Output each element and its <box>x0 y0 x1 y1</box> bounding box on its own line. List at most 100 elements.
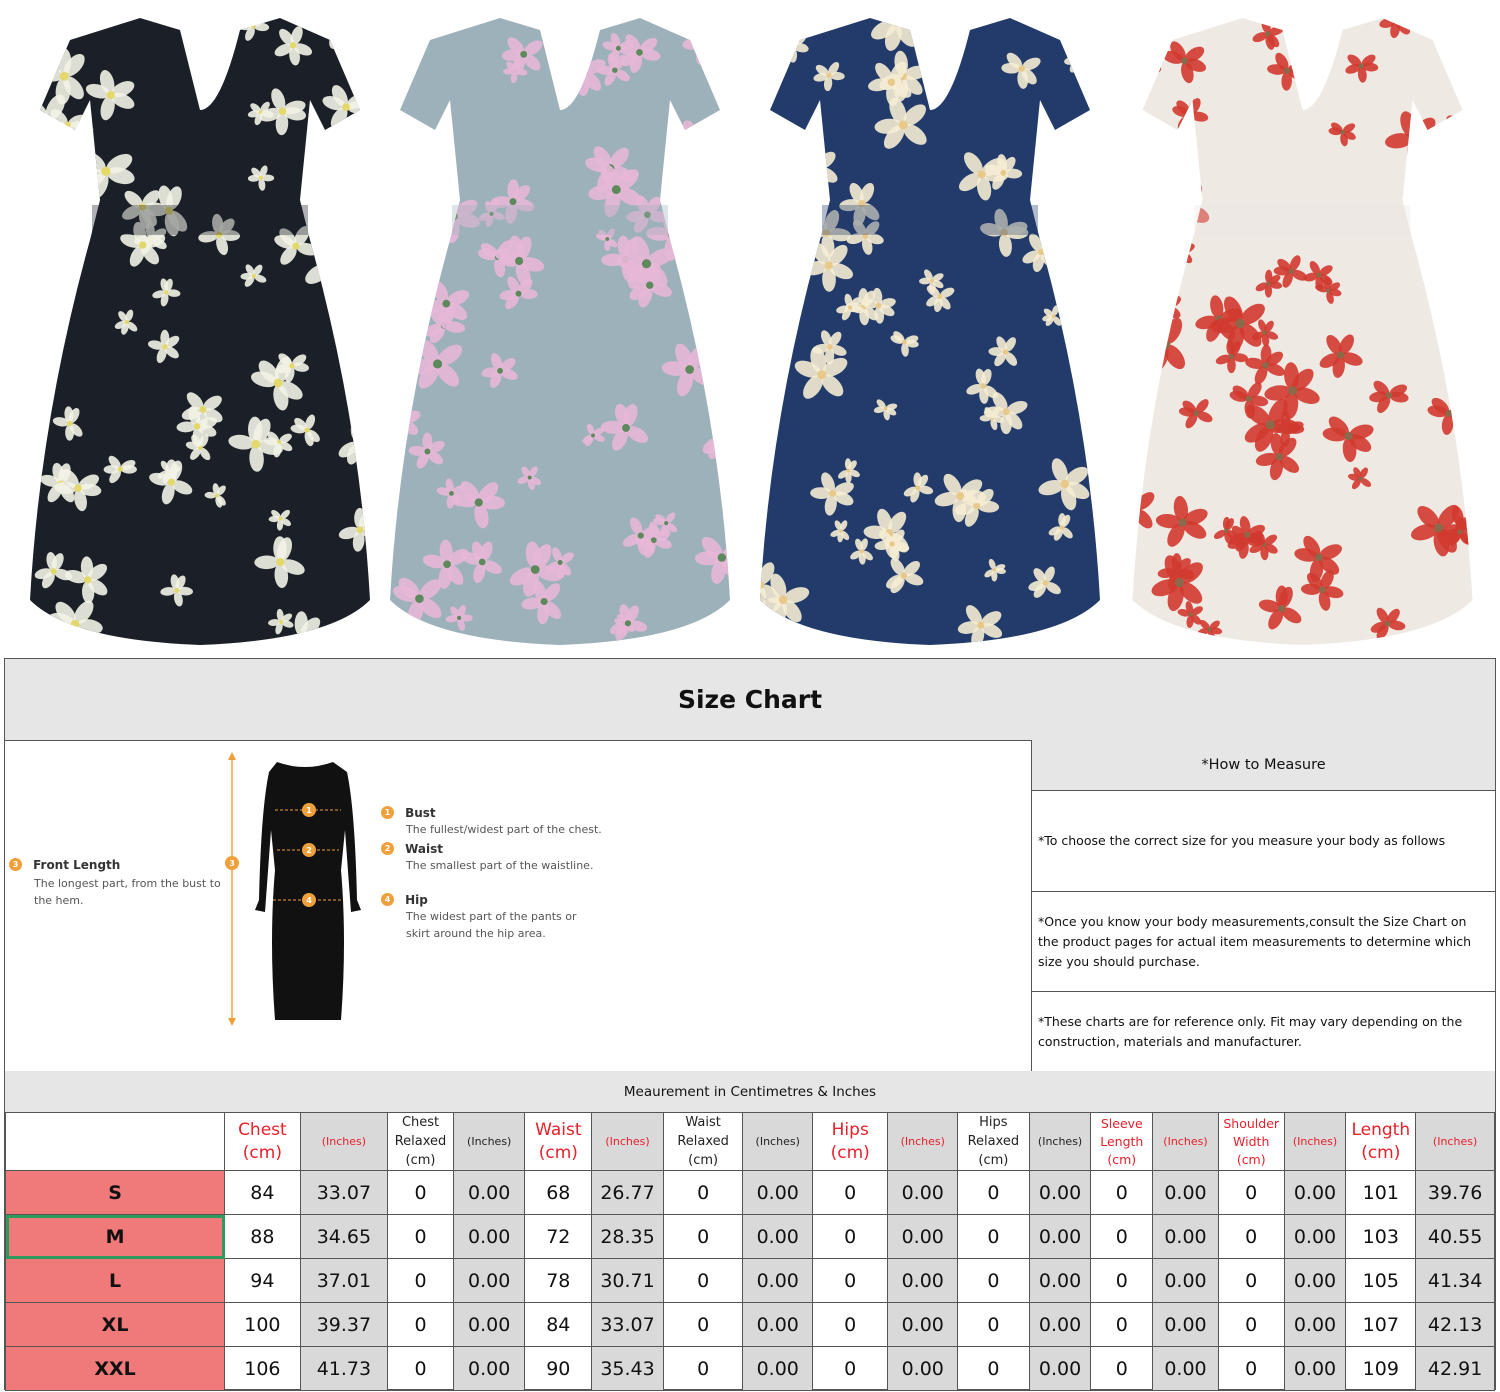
dress-illustration <box>760 18 1100 645</box>
column-header-text: Sleeve <box>1100 1115 1143 1131</box>
measurement-cell: 0 <box>1090 1170 1154 1215</box>
marker-4-icon: 4 <box>381 893 394 906</box>
how-to-measure-consult: *Once you know your body measurements,co… <box>1032 892 1495 992</box>
waistband <box>92 205 308 235</box>
measurement-cell: 0 <box>662 1346 744 1391</box>
measurement-cell: 0.00 <box>1283 1214 1347 1259</box>
product-image-black-floral-dress[interactable] <box>30 0 370 656</box>
measurement-cell: 0.00 <box>1283 1258 1347 1303</box>
measurement-cell: 0.00 <box>887 1302 959 1347</box>
column-header: Chest (cm) <box>224 1112 301 1171</box>
measurement-cell: 0 <box>1217 1170 1285 1215</box>
measurement-cell: 33.07 <box>299 1170 389 1215</box>
column-header-text: Length <box>1100 1133 1144 1149</box>
column-header-text: (Inches) <box>605 1134 650 1148</box>
size-cell[interactable]: XL <box>4 1302 226 1347</box>
measurement-cell: 94 <box>224 1258 301 1303</box>
column-header: (Inches) <box>1152 1112 1219 1171</box>
size-cell[interactable]: L <box>4 1258 226 1303</box>
measurement-cell: 0 <box>662 1302 744 1347</box>
column-header-text: Relaxed <box>394 1134 447 1149</box>
measurement-cell: 0.00 <box>742 1302 814 1347</box>
measurement-cell: 84 <box>524 1302 593 1347</box>
column-header-text: (Inches) <box>1037 1134 1083 1148</box>
measurement-cell: 0.00 <box>1028 1346 1092 1391</box>
measurement-cell: 0.00 <box>1283 1302 1347 1347</box>
size-table-corner <box>4 1112 226 1171</box>
measurement-cell: 0.00 <box>1028 1170 1092 1215</box>
measurement-cell: 0 <box>1217 1258 1285 1303</box>
measurement-cell: 0 <box>387 1258 454 1303</box>
measurement-cell: 0 <box>1090 1302 1154 1347</box>
column-header-text: Chest <box>238 1119 287 1140</box>
column-header-text: (Inches) <box>755 1134 800 1148</box>
measurement-cell: 0 <box>957 1214 1030 1259</box>
measurement-cell: 0 <box>812 1302 889 1347</box>
measurement-cell: 0 <box>957 1302 1030 1347</box>
measurement-cell: 0.00 <box>742 1170 814 1215</box>
size-table-header: Chest (cm) (Inches) Chest Relaxed (cm) (Inches… <box>4 1112 1495 1171</box>
column-header: (Inches) <box>591 1112 664 1171</box>
how-to-measure-intro: *To choose the correct size for you meas… <box>1032 791 1495 892</box>
measurement-cell: 0.00 <box>742 1214 814 1259</box>
measurement-cell: 39.37 <box>299 1302 389 1347</box>
measurement-cell: 0 <box>812 1258 889 1303</box>
measurement-cell: 35.43 <box>591 1346 664 1391</box>
measurement-cell: 0 <box>1217 1214 1285 1259</box>
column-header: Length (cm) <box>1345 1112 1417 1171</box>
svg-text:1: 1 <box>306 806 312 815</box>
column-header: (Inches) <box>1028 1112 1092 1171</box>
measurement-cell: 39.76 <box>1415 1170 1495 1215</box>
measurement-cell: 0 <box>1217 1346 1285 1391</box>
measurement-cell: 0.00 <box>1028 1214 1092 1259</box>
measurement-cell: 41.73 <box>299 1346 389 1391</box>
measurement-cell: 0 <box>957 1258 1030 1303</box>
measurement-cell: 0.00 <box>1028 1302 1092 1347</box>
measurement-cell: 0.00 <box>1152 1170 1219 1215</box>
measurement-cell: 0 <box>387 1170 454 1215</box>
measurement-cell: 26.77 <box>591 1170 664 1215</box>
how-to-measure-heading: *How to Measure <box>1032 740 1495 791</box>
measurement-cell: 42.91 <box>1415 1346 1495 1391</box>
column-header-text: Length <box>1351 1119 1411 1140</box>
column-header-text: (cm) <box>688 1153 719 1168</box>
product-image-grey-blue-floral-dress[interactable] <box>390 0 730 656</box>
measurement-cell: 0 <box>812 1170 889 1215</box>
dress-illustration <box>1132 18 1473 645</box>
column-header-text: (Inches) <box>467 1134 512 1148</box>
measurement-cell: 0 <box>662 1258 744 1303</box>
size-cell[interactable]: XXL <box>4 1346 226 1391</box>
column-header: (Inches) <box>1283 1112 1347 1171</box>
column-header: Waist Relaxed (cm) <box>662 1112 744 1171</box>
measurement-cell: 0.00 <box>1028 1258 1092 1303</box>
measurement-cell: 103 <box>1345 1214 1417 1259</box>
measurement-cell: 30.71 <box>591 1258 664 1303</box>
product-image-christmas-cat-dress[interactable] <box>1130 0 1475 656</box>
measurement-cell: 0 <box>957 1346 1030 1391</box>
column-header: (Inches) <box>299 1112 389 1171</box>
bust-label: 1 Bust The fullest/widest part of the ch… <box>381 802 641 838</box>
measurement-cell: 0.00 <box>452 1214 526 1259</box>
measurement-cell: 101 <box>1345 1170 1417 1215</box>
column-header-text: (cm) <box>538 1142 578 1163</box>
svg-text:2: 2 <box>306 846 312 855</box>
how-to-measure-panel: *How to Measure *To choose the correct s… <box>1032 740 1495 1072</box>
measurement-caption: Meaurement in Centimetres & Inches <box>5 1071 1495 1113</box>
svg-text:4: 4 <box>306 896 312 905</box>
measurement-cell: 84 <box>224 1170 301 1215</box>
measurement-cell: 0.00 <box>742 1346 814 1391</box>
measurement-cell: 0.00 <box>1152 1346 1219 1391</box>
column-header: (Inches) <box>452 1112 526 1171</box>
column-header-text: Chest <box>401 1115 440 1130</box>
size-cell[interactable]: M <box>4 1214 226 1259</box>
measurement-cell: 0.00 <box>452 1346 526 1391</box>
column-header-text: (cm) <box>1361 1142 1401 1163</box>
column-header-text: (cm) <box>405 1153 436 1168</box>
product-image-navy-floral-dress[interactable] <box>760 0 1100 656</box>
waistband <box>822 205 1038 235</box>
dress-illustration <box>30 18 370 645</box>
measurement-cell: 34.65 <box>299 1214 389 1259</box>
measurement-cell: 78 <box>524 1258 593 1303</box>
column-header-text: Waist <box>685 1115 721 1130</box>
size-cell[interactable]: S <box>4 1170 226 1215</box>
